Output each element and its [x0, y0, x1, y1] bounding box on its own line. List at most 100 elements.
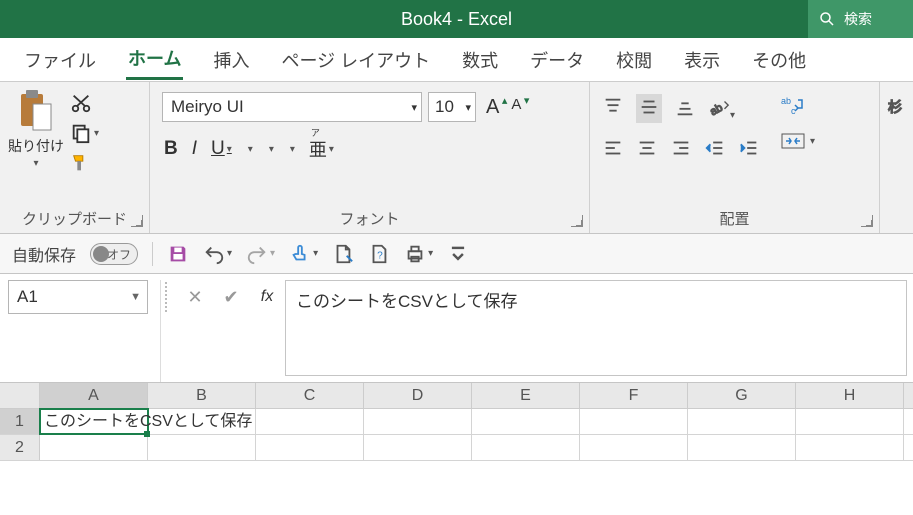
decrease-indent-button[interactable]: [704, 137, 726, 162]
bold-button[interactable]: B: [164, 138, 178, 160]
cell[interactable]: [580, 435, 688, 460]
column-header[interactable]: E: [472, 383, 580, 408]
column-header[interactable]: G: [688, 383, 796, 408]
border-button[interactable]: ▾: [246, 144, 253, 155]
alignment-launcher[interactable]: [861, 215, 873, 227]
svg-text:杉: 杉: [888, 99, 902, 115]
align-bottom-button[interactable]: [674, 96, 696, 121]
align-top-button[interactable]: [602, 96, 624, 121]
group-label-font: フォント: [158, 204, 581, 231]
number-icon: 杉: [886, 92, 904, 182]
tab-view[interactable]: 表示: [682, 41, 722, 79]
increase-font-button[interactable]: A▴: [482, 96, 503, 119]
paintbrush-icon: [70, 152, 92, 174]
new-file-button[interactable]: [332, 243, 354, 265]
underline-button[interactable]: U▾: [211, 138, 232, 160]
decrease-font-button[interactable]: A▾: [507, 96, 525, 119]
column-header[interactable]: B: [148, 383, 256, 408]
qat-customize-button[interactable]: [447, 243, 469, 265]
ribbon: 貼り付け ▾ ▾ クリップボード Me: [0, 82, 913, 234]
touch-mode-button[interactable]: ▾: [289, 243, 318, 265]
chevron-down-icon[interactable]: ▾: [411, 101, 417, 114]
cell[interactable]: [364, 409, 472, 434]
printer-icon: [404, 243, 426, 265]
tab-home[interactable]: ホーム: [126, 39, 183, 80]
font-size-value: 10: [435, 97, 454, 117]
column-header[interactable]: F: [580, 383, 688, 408]
font-name-select[interactable]: Meiryo UI ▾: [162, 92, 422, 122]
print-button[interactable]: ▾: [404, 243, 433, 265]
check-icon: ✔: [223, 287, 238, 308]
chevron-down-icon[interactable]: ▾: [465, 101, 471, 114]
cell[interactable]: [688, 409, 796, 434]
autosave-toggle[interactable]: オフ: [90, 243, 138, 265]
align-right-button[interactable]: [670, 137, 692, 162]
chevron-down-icon[interactable]: ▼: [130, 291, 141, 303]
group-clipboard: 貼り付け ▾ ▾ クリップボード: [0, 82, 150, 233]
tab-formulas[interactable]: 数式: [460, 41, 500, 79]
cell[interactable]: [256, 435, 364, 460]
format-painter-button[interactable]: [70, 152, 99, 174]
column-header[interactable]: D: [364, 383, 472, 408]
save-button[interactable]: [167, 243, 189, 265]
font-launcher[interactable]: [571, 215, 583, 227]
help-button[interactable]: ?: [368, 243, 390, 265]
row-header[interactable]: 2: [0, 435, 40, 460]
tab-review[interactable]: 校閲: [614, 41, 654, 79]
orientation-button[interactable]: ab▾: [708, 96, 735, 121]
align-middle-button[interactable]: [636, 94, 662, 123]
formula-input[interactable]: このシートをCSVとして保存: [285, 280, 907, 376]
copy-icon: [70, 122, 92, 144]
font-size-select[interactable]: 10 ▾: [428, 92, 476, 122]
cell[interactable]: [472, 409, 580, 434]
paste-button[interactable]: 貼り付け ▾: [8, 88, 64, 169]
cell[interactable]: [364, 435, 472, 460]
cell[interactable]: [40, 435, 148, 460]
align-left-button[interactable]: [602, 137, 624, 162]
cancel-entry-button[interactable]: ✕: [177, 280, 213, 314]
cell[interactable]: [472, 435, 580, 460]
merge-icon: [780, 130, 806, 152]
cell[interactable]: [580, 409, 688, 434]
cell[interactable]: このシートをCSVとして保存: [40, 409, 148, 434]
svg-text:ab: ab: [708, 102, 725, 118]
confirm-entry-button[interactable]: ✔: [213, 280, 249, 314]
merge-center-button[interactable]: ▾: [780, 130, 815, 152]
furigana-button[interactable]: ア亜▾: [309, 136, 334, 162]
column-header[interactable]: C: [256, 383, 364, 408]
tab-data[interactable]: データ: [528, 41, 586, 79]
font-color-button[interactable]: A▾: [288, 144, 295, 155]
chevron-down-icon: ▾: [94, 128, 99, 139]
select-all-corner[interactable]: [0, 383, 40, 408]
search-icon: [818, 10, 836, 28]
increase-indent-button[interactable]: [738, 137, 760, 162]
cell[interactable]: [256, 409, 364, 434]
tab-more[interactable]: その他: [750, 41, 808, 79]
tab-page-layout[interactable]: ページ レイアウト: [279, 41, 432, 79]
undo-icon: [203, 243, 225, 265]
italic-button[interactable]: I: [192, 138, 197, 160]
insert-function-button[interactable]: fx: [249, 280, 285, 314]
search-box[interactable]: 検索: [808, 0, 913, 38]
wrap-text-button[interactable]: abc: [780, 94, 815, 116]
cell[interactable]: [796, 409, 904, 434]
cell[interactable]: [796, 435, 904, 460]
row-header[interactable]: 1: [0, 409, 40, 434]
redo-button[interactable]: ▾: [246, 243, 275, 265]
name-box[interactable]: A1 ▼: [8, 280, 148, 314]
tab-file[interactable]: ファイル: [22, 41, 98, 79]
spreadsheet-grid[interactable]: ABCDEFGH 1このシートをCSVとして保存2: [0, 383, 913, 461]
fx-label: fx: [261, 288, 273, 306]
group-font: Meiryo UI ▾ 10 ▾ A▴ A▾ B I U▾ ▾: [150, 82, 590, 233]
cut-button[interactable]: [70, 92, 99, 114]
fill-color-button[interactable]: ▾: [267, 144, 274, 155]
clipboard-launcher[interactable]: [131, 215, 143, 227]
column-header[interactable]: A: [40, 383, 148, 408]
copy-button[interactable]: ▾: [70, 122, 99, 144]
undo-button[interactable]: ▾: [203, 243, 232, 265]
cell[interactable]: [688, 435, 796, 460]
align-center-button[interactable]: [636, 137, 658, 162]
tab-insert[interactable]: 挿入: [211, 41, 251, 79]
column-header[interactable]: H: [796, 383, 904, 408]
cell[interactable]: [148, 435, 256, 460]
